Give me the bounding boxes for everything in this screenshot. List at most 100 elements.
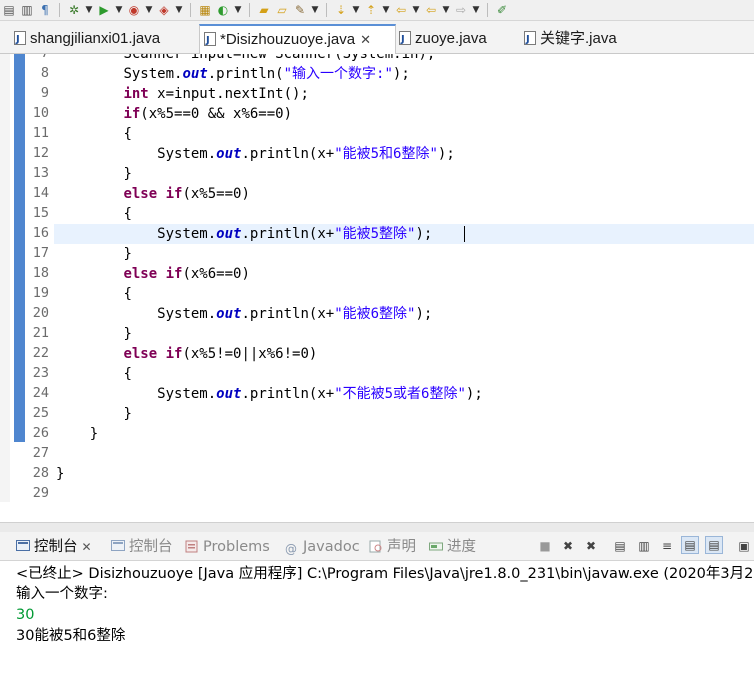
line-number: 19 [32,285,49,301]
back-icon[interactable]: ⇦ [394,3,408,17]
remove-launch-icon[interactable]: ✖ [560,538,576,554]
code-line[interactable]: System.out.println(x+"能被6整除"); [56,304,432,324]
open-task-icon[interactable]: ▱ [275,3,289,17]
open-console-icon[interactable]: ▣ [736,538,752,554]
chevron-down-icon[interactable]: ▼ [472,3,480,17]
console-icon [111,540,125,551]
tab-label: *Disizhouzuoye.java [220,31,356,48]
tab-disizhouzuoye[interactable]: J *Disizhouzuoye.java ✕ [199,24,396,54]
code-token: x=input.nextInt(); [148,86,309,102]
code-token: } [89,426,99,442]
save-all-icon[interactable]: ▥ [20,3,34,17]
terminate-icon[interactable]: ■ [537,538,553,554]
code-line[interactable]: System.out.println(x+"能被5和6整除"); [56,144,455,164]
tab-zuoye[interactable]: J zuoye.java [399,27,487,51]
console-icon [16,540,30,551]
chevron-down-icon[interactable]: ▼ [145,3,153,17]
debug-icon[interactable]: ✲ [67,3,81,17]
code-line[interactable]: else if(x%5==0) [56,184,249,204]
new-class-icon[interactable]: ▦ [198,3,212,17]
forward-icon[interactable]: ⇨ [454,3,468,17]
tab-label: Problems [203,539,270,555]
show-stdout-icon[interactable]: ▤ [681,536,699,554]
forward-icon[interactable]: ⇦ [424,3,438,17]
chevron-down-icon[interactable]: ▼ [352,3,360,17]
prev-annotation-icon[interactable]: ⇡ [364,3,378,17]
code-line[interactable]: } [56,164,131,184]
svg-text:J: J [400,34,405,45]
line-number: 11 [32,125,49,141]
code-line[interactable]: else if(x%5!=0||x%6!=0) [56,344,317,364]
save-icon[interactable]: ▤ [2,3,16,17]
tab-progress[interactable]: 进度 [429,537,476,557]
tab-console-2[interactable]: 控制台 [111,537,173,557]
code-line[interactable]: int x=input.nextInt(); [56,84,309,104]
code-line[interactable]: { [56,124,131,144]
remove-all-icon[interactable]: ✖ [583,538,599,554]
chevron-down-icon[interactable]: ▼ [382,3,390,17]
code-line[interactable]: { [56,284,131,304]
console-output[interactable]: <已终止> Disizhouzuoye [Java 应用程序] C:\Progr… [0,561,754,677]
code-line[interactable]: Scanner input=new Scanner(System.in); [56,54,435,64]
overview-ruler[interactable] [14,54,25,442]
code-line[interactable]: } [56,464,64,484]
close-icon[interactable]: ✕ [82,540,92,554]
tab-problems[interactable]: Problems [185,537,270,557]
tab-declaration[interactable]: 声明 [369,537,416,557]
code-token: { [123,366,132,382]
tab-console-active[interactable]: 控制台 ✕ [16,537,92,557]
chevron-down-icon[interactable]: ▼ [85,3,93,17]
word-wrap-icon[interactable]: ≡ [659,538,675,554]
chevron-down-icon[interactable]: ▼ [412,3,420,17]
show-whitespace-icon[interactable]: ¶ [38,3,52,17]
line-number: 12 [32,145,49,161]
show-stderr-icon[interactable]: ▤ [705,536,723,554]
pin-editor-icon[interactable]: ✐ [495,3,509,17]
open-type-icon[interactable]: ▰ [257,3,271,17]
code-line[interactable]: if(x%5==0 && x%6==0) [56,104,292,124]
chevron-down-icon[interactable]: ▼ [115,3,123,17]
clear-console-icon[interactable]: ▤ [612,538,628,554]
code-editor[interactable]: 7 8 9 10 11 12 13 14 15 16 17 18 19 20 21 22 23 24 25 26 27 2… [0,54,754,502]
code-line[interactable]: else if(x%6==0) [56,264,249,284]
chevron-down-icon[interactable]: ▼ [234,3,242,17]
tab-shangjilianxi01[interactable]: J shangjilianxi01.java [14,27,160,51]
external-tools-icon[interactable]: ◈ [157,3,171,17]
code-line[interactable]: { [56,204,131,224]
code-line[interactable]: } [56,244,131,264]
scroll-lock-icon[interactable]: ▥ [636,538,652,554]
coverage-icon[interactable]: ◉ [127,3,141,17]
tab-javadoc[interactable]: @ Javadoc [285,537,360,557]
code-line[interactable]: } [56,424,98,444]
toolbar-separator [190,3,191,17]
line-number: 28 [32,465,49,481]
code-token: (x%5!=0||x%6!=0) [182,346,318,362]
code-line[interactable]: System.out.println(x+"不能被5或者6整除"); [56,384,483,404]
new-package-icon[interactable]: ◐ [216,3,230,17]
line-number: 27 [32,445,49,461]
tab-label: Javadoc [303,539,360,555]
close-icon[interactable]: ✕ [360,32,371,47]
chevron-down-icon[interactable]: ▼ [311,3,319,17]
chevron-down-icon[interactable]: ▼ [442,3,450,17]
code-line[interactable]: } [56,324,131,344]
code-line[interactable]: } [56,404,131,424]
tab-keyword[interactable]: J 关键字.java [524,27,617,51]
next-annotation-icon[interactable]: ⇣ [334,3,348,17]
run-icon[interactable]: ▶ [97,3,111,17]
main-toolbar: ▤ ▥ ¶ ✲ ▼ ▶ ▼ ◉ ▼ ◈ ▼ ▦ ◐ ▼ ▰ ▱ ✎ ▼ ⇣ ▼ … [0,0,754,21]
chevron-down-icon[interactable]: ▼ [175,3,183,17]
code-line[interactable]: { [56,364,132,384]
code-line[interactable]: System.out.println(x+"能被5整除"); [56,224,432,244]
string-token: "不能被5或者6整除" [334,386,466,402]
code-line[interactable]: System.out.println("输入一个数字:"); [56,64,409,84]
code-token: System. [157,306,217,322]
search-icon[interactable]: ✎ [293,3,307,17]
line-number: 9 [40,85,49,101]
console-header: <已终止> Disizhouzuoye [Java 应用程序] C:\Progr… [16,566,754,582]
